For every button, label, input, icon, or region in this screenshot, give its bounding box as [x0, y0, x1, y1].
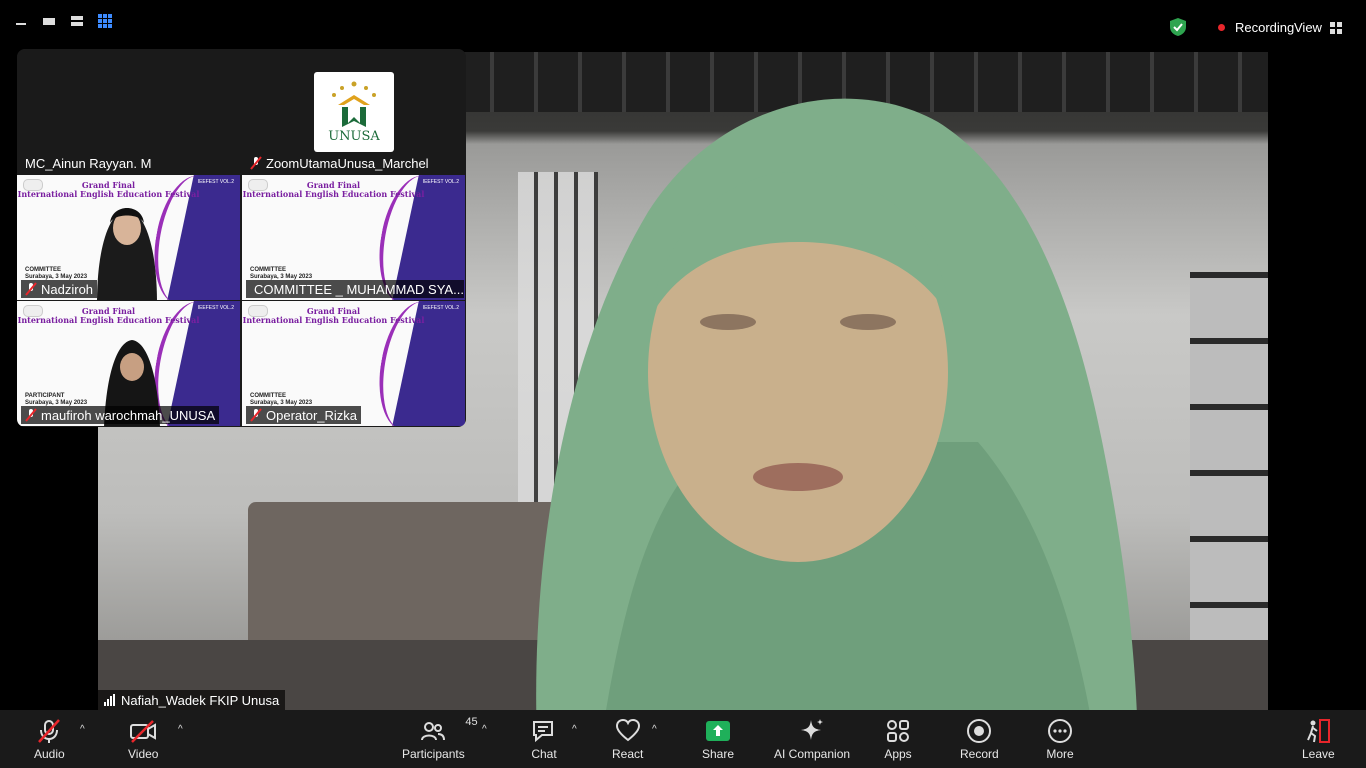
video-options-chevron-icon[interactable]: ^ [178, 724, 183, 735]
ai-sparkle-icon [801, 719, 824, 740]
participant-name-label: maufiroh warochmah_UNUSA [21, 406, 220, 424]
participant-video-image [97, 208, 157, 300]
meeting-toolbar: Audio ^ Video ^ 45 Participants ^ Chat ^… [0, 710, 1366, 768]
speaker-name-label: Nafiah_Wadek FKIP Unusa [98, 690, 286, 710]
video-off-icon [130, 720, 157, 743]
security-shield-icon [1170, 18, 1186, 36]
more-button[interactable]: More [1046, 718, 1074, 761]
ai-companion-button[interactable]: AI Companion [774, 718, 850, 761]
record-icon [967, 719, 992, 743]
participant-name-label: COMMITTEE _ MUHAMMAD SYA... [246, 280, 464, 298]
banner-role: COMMITTEE Surabaya, 3 May 2023 [250, 393, 313, 406]
chat-label: Chat [531, 747, 557, 761]
mic-muted-icon [250, 408, 262, 422]
share-label: Share [702, 747, 735, 761]
background-bookshelf [1190, 272, 1268, 692]
participant-name-label: Operator_Rizka [246, 406, 362, 424]
react-button[interactable]: React [612, 718, 643, 761]
ai-companion-label: AI Companion [774, 747, 851, 761]
gallery-view-icon[interactable] [98, 14, 112, 28]
participant-name: ZoomUtamaUnusa_Marchel [266, 155, 429, 171]
participant-name: COMMITTEE _ MUHAMMAD SYA... [254, 281, 464, 297]
participant-gallery[interactable]: MC_Ainun Rayyan. M UNUSA ZoomUtamaUnusa_… [17, 49, 466, 427]
participant-tile[interactable]: UNUSA ZoomUtamaUnusa_Marchel [242, 49, 465, 174]
apps-label: Apps [884, 747, 912, 761]
heart-icon [615, 718, 640, 742]
unusa-logo-text: UNUSA [328, 128, 380, 144]
banner-role: COMMITTEE Surabaya, 3 May 2023 [25, 267, 88, 280]
leave-door-icon [1307, 719, 1331, 743]
participants-button[interactable]: 45 Participants [402, 716, 478, 761]
participant-tile[interactable]: IEEFEST VOL.2 Grand Final International E… [242, 175, 465, 300]
share-screen-icon [706, 721, 731, 741]
participant-tile[interactable]: MC_Ainun Rayyan. M [17, 49, 240, 174]
participant-name-label: ZoomUtamaUnusa_Marchel [246, 154, 433, 172]
more-label: More [1046, 747, 1074, 761]
mic-muted-icon [250, 156, 262, 170]
speaker-view-icon[interactable] [42, 14, 56, 28]
participant-tile[interactable]: IEEFEST VOL.2 Grand Final International E… [242, 301, 465, 426]
react-label: React [612, 747, 644, 761]
speaker-name: Nafiah_Wadek FKIP Unusa [121, 692, 280, 708]
view-grid-icon [1329, 21, 1342, 34]
react-options-chevron-icon[interactable]: ^ [652, 724, 657, 735]
banner-title: Grand Final International English Educati… [242, 306, 425, 325]
speaker-person-image [536, 98, 1137, 710]
banner-title: Grand Final International English Educati… [17, 306, 200, 325]
unusa-emblem-icon [332, 81, 376, 127]
share-button[interactable]: Share [702, 718, 734, 761]
mic-muted-icon [25, 282, 37, 296]
unusa-logo: UNUSA [314, 72, 394, 152]
banner-fest-label: IEEFEST VOL.2 [422, 179, 459, 185]
top-bar: Recording View [0, 0, 1366, 52]
video-label: Video [128, 747, 159, 761]
participants-count: 45 [465, 716, 478, 728]
banner-fest-label: IEEFEST VOL.2 [197, 179, 234, 185]
participant-name: Operator_Rizka [266, 407, 358, 423]
recording-dot-icon [1218, 23, 1225, 31]
apps-button[interactable]: Apps [884, 718, 912, 761]
mic-muted-icon [25, 408, 37, 422]
chat-button[interactable]: Chat [530, 718, 558, 761]
banner-fest-label: IEEFEST VOL.2 [197, 305, 234, 311]
participants-icon [421, 722, 446, 741]
participant-name: maufiroh warochmah_UNUSA [41, 407, 216, 423]
audio-label: Audio [34, 747, 65, 761]
mic-muted-icon [38, 719, 61, 743]
video-button[interactable]: Video [128, 718, 158, 761]
recording-indicator[interactable]: Recording [1170, 18, 1294, 36]
audio-button[interactable]: Audio [34, 718, 65, 761]
apps-icon [887, 720, 909, 742]
more-icon [1048, 719, 1072, 743]
participant-tile[interactable]: IEEFEST VOL.2 Grand Final International E… [17, 175, 240, 300]
leave-label: Leave [1302, 747, 1335, 761]
signal-strength-icon [104, 694, 115, 706]
participant-name-label: MC_Ainun Rayyan. M [21, 154, 155, 172]
chat-options-chevron-icon[interactable]: ^ [572, 724, 577, 735]
banner-fest-label: IEEFEST VOL.2 [422, 305, 459, 311]
view-label: View [1294, 20, 1322, 35]
banner-title: Grand Final International English Educati… [242, 180, 425, 199]
participant-name: MC_Ainun Rayyan. M [25, 155, 152, 171]
chat-icon [533, 721, 553, 743]
participant-name-label: Nadziroh [21, 280, 98, 298]
window-controls [14, 14, 112, 28]
view-button[interactable]: View [1294, 20, 1342, 35]
audio-options-chevron-icon[interactable]: ^ [80, 724, 85, 735]
banner-role: COMMITTEE Surabaya, 3 May 2023 [250, 267, 313, 280]
filmstrip-view-icon[interactable] [70, 14, 84, 28]
participants-label: Participants [402, 747, 465, 761]
leave-button[interactable]: Leave [1302, 718, 1335, 761]
recording-label: Recording [1235, 19, 1295, 35]
participant-tile[interactable]: IEEFEST VOL.2 Grand Final International E… [17, 301, 240, 426]
participant-name: Nadziroh [41, 281, 94, 297]
banner-role: PARTICIPANT Surabaya, 3 May 2023 [25, 393, 88, 406]
minimize-icon[interactable] [14, 14, 28, 28]
participants-options-chevron-icon[interactable]: ^ [482, 724, 487, 735]
record-button[interactable]: Record [960, 718, 999, 761]
record-label: Record [960, 747, 999, 761]
